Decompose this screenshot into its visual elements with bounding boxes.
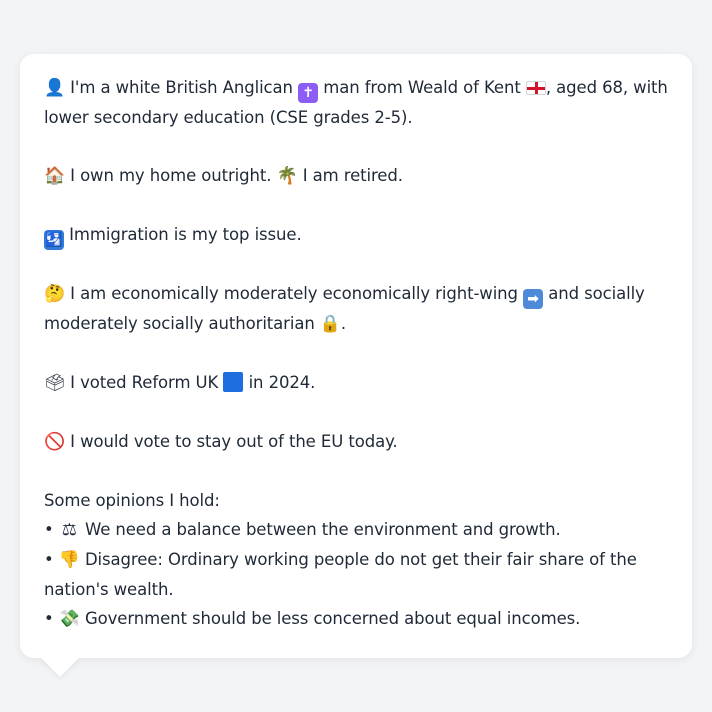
opinion-item-2-continued: nation's wealth. (44, 575, 668, 604)
palm-tree-icon: 🌴 (276, 166, 298, 186)
eu-line: 🚫 I would vote to stay out of the EU tod… (44, 427, 668, 457)
balance-scale-icon: ⚖ (61, 520, 77, 540)
england-flag-icon (525, 81, 546, 95)
opinion-text-2b: nation's wealth. (44, 580, 174, 599)
prohibited-icon: 🚫 (44, 432, 66, 452)
bust-in-silhouette-icon: 👤 (44, 78, 66, 98)
house-icon: 🏠 (44, 166, 66, 186)
lock-icon: 🔒 (319, 314, 341, 334)
opinion-text-1: We need a balance between the environmen… (84, 520, 561, 539)
identity-line-2: lower secondary education (CSE grades 2-… (44, 103, 668, 132)
ideology-period: . (340, 314, 347, 333)
bullet: • (44, 609, 54, 628)
persona-message-bubble: 👤 I'm a white British Anglican ✝ man fro… (20, 54, 692, 658)
social-text: and socially (548, 284, 645, 303)
thinking-face-icon: 🤔 (44, 284, 66, 304)
authoritarian-text: moderately socially authoritarian (44, 314, 315, 333)
identity-text-d: lower secondary education (CSE grades 2-… (44, 108, 413, 127)
latin-cross-icon: ✝ (298, 83, 319, 103)
vote-line: 🗳 I voted Reform UK in 2024. (44, 368, 668, 398)
ideology-line-1: 🤔 I am economically moderately economica… (44, 279, 668, 309)
opinion-item-1: • ⚖ We need a balance between the enviro… (44, 515, 668, 545)
home-text: I own my home outright. (70, 166, 272, 185)
vote-text-a: I voted Reform UK (70, 373, 219, 392)
opinion-text-3: Government should be less concerned abou… (84, 609, 581, 628)
ideology-line-2: moderately socially authoritarian 🔒. (44, 309, 668, 339)
bubble-tail (40, 657, 80, 677)
bullet: • (44, 520, 54, 539)
issue-line: 🛂 Immigration is my top issue. (44, 220, 668, 250)
thumbs-down-icon: 👎 (58, 550, 80, 570)
opinion-item-2: • 👎 Disagree: Ordinary working people do… (44, 545, 668, 575)
money-icon: 💸 (58, 609, 80, 629)
right-arrow-icon: ➡ (523, 289, 544, 309)
eu-text: I would vote to stay out of the EU today… (70, 432, 398, 451)
bullet: • (44, 550, 54, 569)
issue-text: Immigration is my top issue. (69, 225, 302, 244)
blue-square-icon (223, 372, 244, 392)
retired-text: I am retired. (302, 166, 403, 185)
identity-text-a: I'm a white British Anglican (70, 78, 293, 97)
ballot-box-icon: 🗳 (44, 373, 66, 393)
home-line: 🏠 I own my home outright. 🌴 I am retired… (44, 161, 668, 191)
opinion-item-3: • 💸 Government should be less concerned … (44, 604, 668, 634)
economic-text: I am economically moderately economicall… (70, 284, 518, 303)
passport-control-icon: 🛂 (44, 230, 64, 250)
identity-text-c: , aged 68, with (545, 78, 668, 97)
identity-line-1: 👤 I'm a white British Anglican ✝ man fro… (44, 73, 668, 103)
identity-text-b: man from Weald of Kent (323, 78, 521, 97)
opinion-text-2a: Disagree: Ordinary working people do not… (84, 550, 637, 569)
opinions-header: Some opinions I hold: (44, 491, 220, 510)
vote-text-b: in 2024. (248, 373, 316, 392)
